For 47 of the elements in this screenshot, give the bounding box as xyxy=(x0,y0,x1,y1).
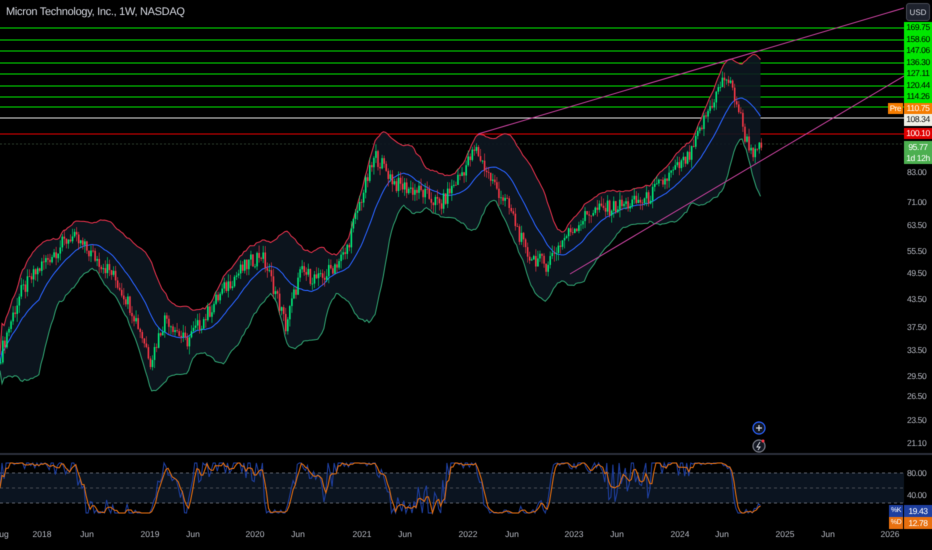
price-tick-label: 26.50 xyxy=(907,391,926,401)
price-label: 127.11 xyxy=(904,68,932,80)
price-label: 108.34 xyxy=(904,114,932,126)
time-tick-label: Jun xyxy=(505,529,519,539)
price-label: 120.44 xyxy=(904,80,932,91)
price-tick-label: 63.50 xyxy=(907,220,926,230)
time-tick-label: Jun xyxy=(186,529,200,539)
time-tick-label: 2024 xyxy=(670,529,690,539)
price-label: 169.75 xyxy=(904,22,932,34)
price-label: 147.06 xyxy=(904,45,932,56)
price-tick-label: 37.50 xyxy=(907,322,926,332)
price-tick-label: 83.00 xyxy=(907,167,926,177)
lightning-icon[interactable] xyxy=(752,439,766,453)
oscillator-tick-label: 40.00 xyxy=(907,490,926,500)
time-tick-label: 2023 xyxy=(564,529,584,539)
price-label: 136.30 xyxy=(904,56,932,68)
time-tick-label: 2019 xyxy=(140,529,160,539)
price-label: 114.26 xyxy=(904,91,932,102)
price-tick-label: 55.50 xyxy=(907,246,926,256)
currency-button[interactable]: USD xyxy=(906,3,930,21)
price-tick-label: 21.10 xyxy=(907,438,926,448)
time-tick-label: Jun xyxy=(821,529,835,539)
time-tick-label: 2018 xyxy=(32,529,52,539)
price-tick-label: 71.00 xyxy=(907,197,926,207)
price-label: 100.10 xyxy=(904,128,932,139)
price-tick-label: 29.50 xyxy=(907,371,926,381)
price-tick-label: 23.50 xyxy=(907,415,926,425)
premarket-tag: Pre xyxy=(888,102,903,114)
time-tick-label: 2021 xyxy=(352,529,372,539)
time-tick-label: Jun xyxy=(610,529,624,539)
time-tick-label: 2025 xyxy=(776,529,794,539)
oscillator-tick-label: 80.00 xyxy=(907,468,926,478)
time-tick-label: Jun xyxy=(398,529,412,539)
time-tick-label: 2022 xyxy=(458,529,478,539)
price-tick-label: 43.50 xyxy=(907,294,926,304)
price-tick-label: 49.50 xyxy=(907,268,926,278)
time-tick-label: ug xyxy=(0,529,9,539)
time-tick-label: 2026 xyxy=(880,529,900,539)
price-tick-label: 33.50 xyxy=(907,345,926,355)
time-tick-label: Jun xyxy=(715,529,729,539)
price-label: 158.60 xyxy=(904,34,932,45)
price-label: 95.77 1d 12h xyxy=(904,141,932,164)
time-tick-label: Jun xyxy=(291,529,305,539)
chart-title: Micron Technology, Inc., 1W, NASDAQ xyxy=(6,6,185,18)
plus-icon[interactable] xyxy=(752,421,766,435)
time-tick-label: 2020 xyxy=(246,529,264,539)
time-tick-label: Jun xyxy=(80,529,94,539)
